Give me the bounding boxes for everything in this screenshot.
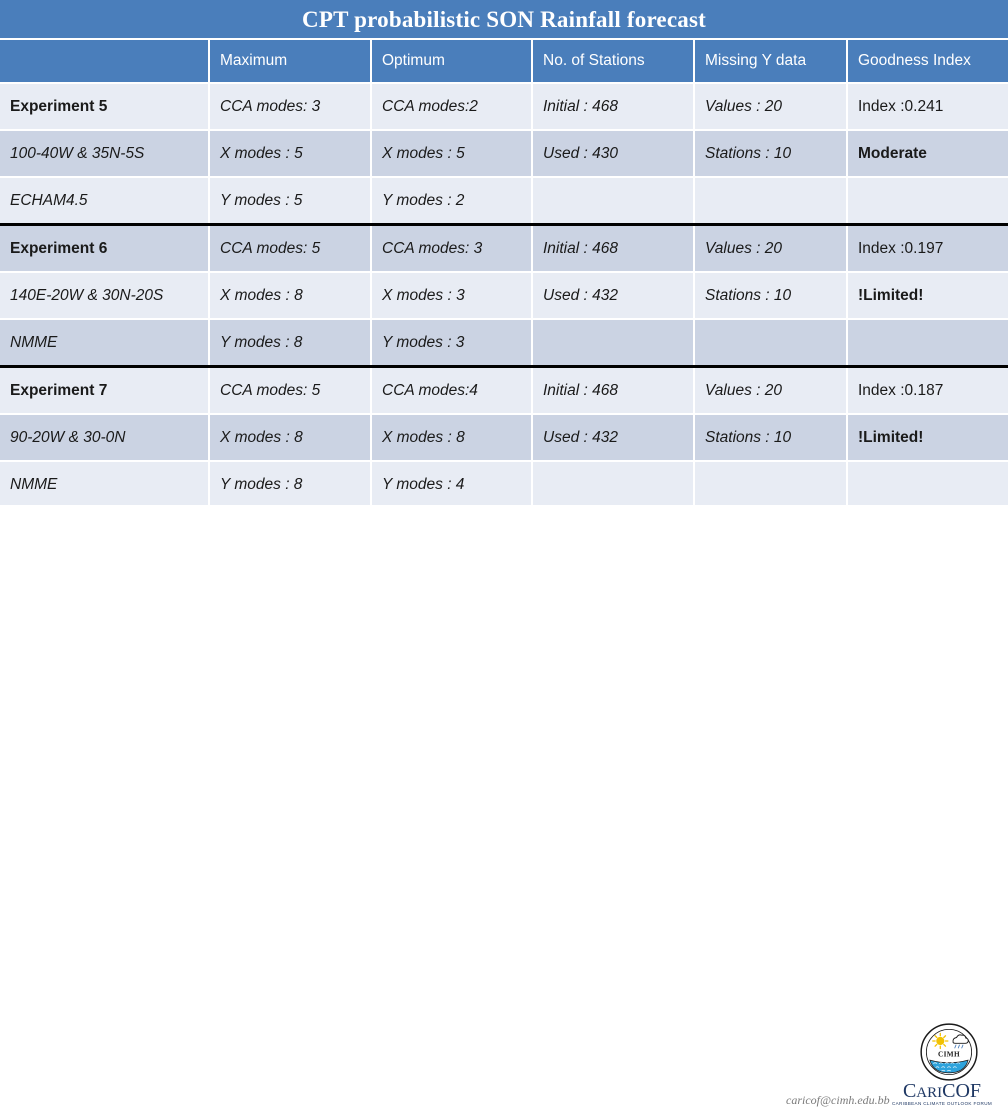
table-row: 140E-20W & 30N-20S X modes : 8 X modes :…: [0, 272, 1008, 320]
column-header-goodness-index: Goodness Index: [846, 38, 1008, 84]
cell-model-name: NMME: [0, 461, 209, 510]
page-title: CPT probabilistic SON Rainfall forecast: [302, 6, 706, 32]
cell-optimum: CCA modes:4: [370, 365, 532, 415]
slide-footer: caricof@cimh.edu.bb CIMH CARICOF CARIBBE…: [0, 505, 1008, 1107]
column-header-optimum: Optimum: [370, 38, 532, 84]
cell-stations: Initial : 468: [531, 365, 694, 415]
column-header-missing-y-data: Missing Y data: [693, 38, 847, 84]
cell-optimum: CCA modes: 3: [370, 223, 532, 273]
table-row: NMME Y modes : 8 Y modes : 4: [0, 461, 1008, 510]
cell-stations: Initial : 468: [531, 223, 694, 273]
cell-experiment-name: Experiment 6: [0, 223, 209, 273]
cell-optimum: X modes : 8: [370, 414, 532, 462]
cell-maximum: CCA modes: 3: [208, 83, 371, 131]
column-header-maximum: Maximum: [208, 38, 371, 84]
table-row: Experiment 7 CCA modes: 5 CCA modes:4 In…: [0, 365, 1008, 415]
cell-maximum: CCA modes: 5: [208, 365, 371, 415]
caricof-wordmark: CARICOF CARIBBEAN CLIMATE OUTLOOK FORUM: [882, 1081, 1002, 1107]
cell-missing-y: Values : 20: [693, 83, 847, 131]
cell-maximum: X modes : 5: [208, 130, 371, 178]
table-row: 90-20W & 30-0N X modes : 8 X modes : 8 U…: [0, 414, 1008, 462]
cell-optimum: CCA modes:2: [370, 83, 532, 131]
cell-maximum: Y modes : 5: [208, 177, 371, 226]
cell-maximum: X modes : 8: [208, 414, 371, 462]
cell-missing-y: [693, 177, 847, 226]
results-table-container: Maximum Optimum No. of Stations Missing …: [0, 38, 1008, 510]
svg-text:CIMH: CIMH: [938, 1051, 960, 1059]
cell-goodness: [846, 461, 1008, 510]
table-row: ECHAM4.5 Y modes : 5 Y modes : 2: [0, 177, 1008, 226]
table-row: Experiment 6 CCA modes: 5 CCA modes: 3 I…: [0, 223, 1008, 273]
table-header-row: Maximum Optimum No. of Stations Missing …: [0, 38, 1008, 84]
cell-missing-y: Values : 20: [693, 223, 847, 273]
branding-logos: CIMH CARICOF CARIBBEAN CLIMATE OUTLOOK F…: [880, 1023, 1002, 1113]
cell-goodness: [846, 319, 1008, 368]
cell-stations: Initial : 468: [531, 83, 694, 131]
cell-goodness-rating: !Limited!: [846, 272, 1008, 320]
table-row: NMME Y modes : 8 Y modes : 3: [0, 319, 1008, 368]
cell-experiment-name: Experiment 5: [0, 83, 209, 131]
cell-goodness: Index :0.241: [846, 83, 1008, 131]
cell-goodness-rating: !Limited!: [846, 414, 1008, 462]
experiments-table: Maximum Optimum No. of Stations Missing …: [0, 38, 1008, 510]
cell-missing-y: [693, 461, 847, 510]
cell-maximum: CCA modes: 5: [208, 223, 371, 273]
cell-optimum: Y modes : 4: [370, 461, 532, 510]
contact-email: caricof@cimh.edu.bb: [786, 1093, 890, 1107]
cell-maximum: Y modes : 8: [208, 319, 371, 368]
cell-stations: Used : 432: [531, 272, 694, 320]
cell-goodness: Index :0.197: [846, 223, 1008, 273]
table-row: 100-40W & 35N-5S X modes : 5 X modes : 5…: [0, 130, 1008, 178]
cell-stations: Used : 432: [531, 414, 694, 462]
cell-missing-y: Stations : 10: [693, 130, 847, 178]
cell-maximum: X modes : 8: [208, 272, 371, 320]
table-row: Experiment 5 CCA modes: 3 CCA modes:2 In…: [0, 83, 1008, 131]
cell-optimum: X modes : 5: [370, 130, 532, 178]
cell-optimum: Y modes : 3: [370, 319, 532, 368]
cell-missing-y: Stations : 10: [693, 414, 847, 462]
cell-model-name: ECHAM4.5: [0, 177, 209, 226]
cell-optimum: X modes : 3: [370, 272, 532, 320]
cell-model-name: NMME: [0, 319, 209, 368]
cell-missing-y: Values : 20: [693, 365, 847, 415]
caricof-tagline: CARIBBEAN CLIMATE OUTLOOK FORUM: [891, 1101, 993, 1106]
cell-optimum: Y modes : 2: [370, 177, 532, 226]
caricof-wordmark-cari: CARICOF: [902, 1080, 982, 1102]
cell-stations: Used : 430: [531, 130, 694, 178]
cell-stations: [531, 461, 694, 510]
cell-missing-y: Stations : 10: [693, 272, 847, 320]
cell-stations: [531, 177, 694, 226]
cell-maximum: Y modes : 8: [208, 461, 371, 510]
slide-root: CPT probabilistic SON Rainfall forecast …: [0, 0, 1008, 1107]
cell-experiment-domain: 100-40W & 35N-5S: [0, 130, 209, 178]
cell-missing-y: [693, 319, 847, 368]
cell-goodness: [846, 177, 1008, 226]
cell-experiment-domain: 140E-20W & 30N-20S: [0, 272, 209, 320]
column-header-blank: [0, 38, 209, 84]
cell-experiment-name: Experiment 7: [0, 365, 209, 415]
cimh-seal-icon: CIMH: [920, 1023, 978, 1081]
cell-goodness-rating: Moderate: [846, 130, 1008, 178]
slide-title-bar: CPT probabilistic SON Rainfall forecast: [0, 0, 1008, 38]
cell-experiment-domain: 90-20W & 30-0N: [0, 414, 209, 462]
cell-stations: [531, 319, 694, 368]
cell-goodness: Index :0.187: [846, 365, 1008, 415]
column-header-no-of-stations: No. of Stations: [531, 38, 694, 84]
